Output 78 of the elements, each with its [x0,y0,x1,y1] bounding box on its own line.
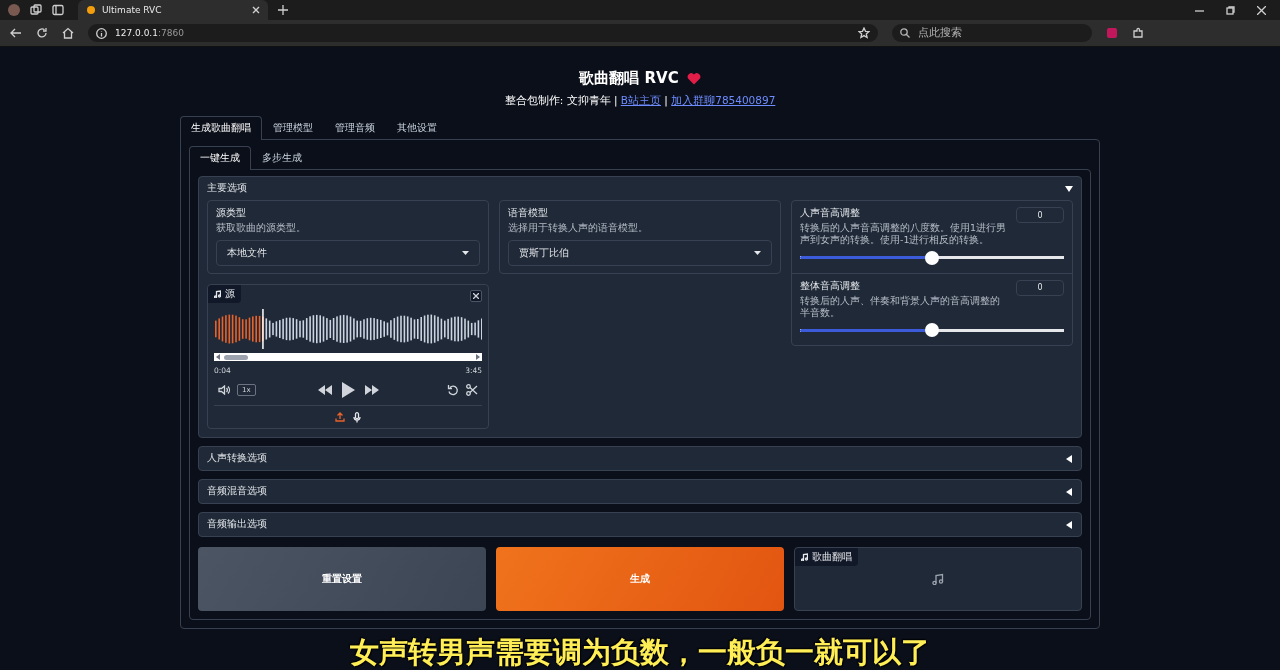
credit-line: 整合包制作: 文抑青年 | B站主页 | 加入群聊785400897 [503,94,777,108]
slider-label: 整体音高调整 [800,279,861,293]
search-icon [900,28,910,38]
tab[interactable]: 管理模型 [262,116,324,140]
microphone-icon[interactable] [353,412,361,424]
music-note-icon [214,290,221,299]
new-tab-icon[interactable] [278,5,288,15]
waveform-drawing[interactable] [214,309,482,350]
scroll-right-icon [476,354,480,361]
number-field[interactable]: 0 [1016,279,1064,296]
credit-link[interactable]: B站主页 [620,94,661,106]
tab[interactable]: 其他设置 [386,116,448,140]
reset-button[interactable]: 重置设置 [198,547,486,612]
expand-triangle-icon [1065,487,1073,496]
scissors-icon[interactable] [466,384,478,397]
close-icon[interactable] [252,6,260,14]
dropdown[interactable]: 贾斯丁比伯 [508,240,772,267]
workspaces-icon[interactable] [30,4,42,16]
credit-link[interactable]: 加入群聊785400897 [671,94,776,106]
search-field[interactable]: 点此搜索 [892,24,1092,42]
back-icon[interactable] [10,27,22,39]
fast-forward-icon[interactable] [364,385,379,396]
play-icon[interactable] [341,382,355,399]
music-note-icon [801,553,808,562]
music-note-icon [932,573,944,586]
restore-icon[interactable] [1226,5,1235,15]
scrollbar-thumb[interactable] [224,354,248,360]
home-icon[interactable] [62,27,74,39]
dropdown[interactable]: 本地文件 [216,240,480,267]
horizontal-scrollbar[interactable] [214,353,482,362]
accordion-header[interactable]: 音频混音选项 [199,480,1081,504]
url-text: 127.0.0.1:7860 [115,28,184,38]
address-bar[interactable]: 127.0.0.1:7860 [88,24,878,42]
slider-thumb[interactable] [925,323,939,338]
star-icon[interactable] [858,27,870,39]
site-logo-icon [86,5,96,15]
search-placeholder: 点此搜索 [918,26,962,40]
volume-icon[interactable] [218,385,230,396]
scroll-left-icon [216,354,220,361]
audio-label: 歌曲翻唱 [795,548,858,567]
field-info: 获取歌曲的源类型。 [216,222,307,235]
reload-icon[interactable] [36,27,48,39]
undo-icon[interactable] [447,384,459,397]
tab[interactable]: 生成歌曲翻唱 [180,116,262,140]
close-button[interactable] [470,290,482,303]
info-icon[interactable] [96,27,107,39]
audio-label: 源 [208,285,241,304]
slider-thumb[interactable] [925,250,939,265]
slider-label: 人声音高调整 [800,207,861,220]
field-label: 语音模型 [508,207,549,220]
caret-icon [754,251,761,256]
tab-list-icon[interactable] [52,4,64,16]
browser-tab[interactable]: Ultimate RVC [78,0,268,20]
collapse-triangle-icon [1065,184,1073,193]
rewind-icon[interactable] [317,385,332,396]
heart-icon [686,72,701,85]
field-info: 选择用于转换人声的语音模型。 [508,222,649,235]
field-label: 源类型 [216,207,247,220]
accordion-header[interactable]: 人声转换选项 [199,447,1081,471]
close-icon [473,293,479,300]
expand-triangle-icon [1065,454,1073,463]
extension-icon[interactable] [1132,27,1144,39]
slider-info: 转换后的人声音高调整的八度数。使用1进行男声到女声的转换。使用-1进行相反的转换。 [800,222,1008,247]
close-icon[interactable] [1257,5,1266,15]
slider-info: 转换后的人声、伴奏和背景人声的音高调整的半音数。 [800,294,1001,320]
caret-icon [462,251,469,256]
subtab[interactable]: 一键生成 [189,146,251,170]
avatar[interactable] [8,4,20,16]
number-field[interactable]: 0 [1016,207,1064,223]
subtab[interactable]: 多步生成 [251,146,313,170]
expand-triangle-icon [1065,520,1073,529]
tab-title: Ultimate RVC [102,5,163,15]
app-title: 歌曲翻唱 RVC [579,69,679,88]
subtitle-caption: 女声转男声需要调为负数，一般负一就可以了 [350,634,930,670]
tab[interactable]: 管理音频 [324,116,386,140]
upload-icon[interactable] [335,412,345,423]
accordion-header[interactable]: 主要选项 [199,177,1081,200]
accordion-header[interactable]: 音频输出选项 [199,513,1081,537]
